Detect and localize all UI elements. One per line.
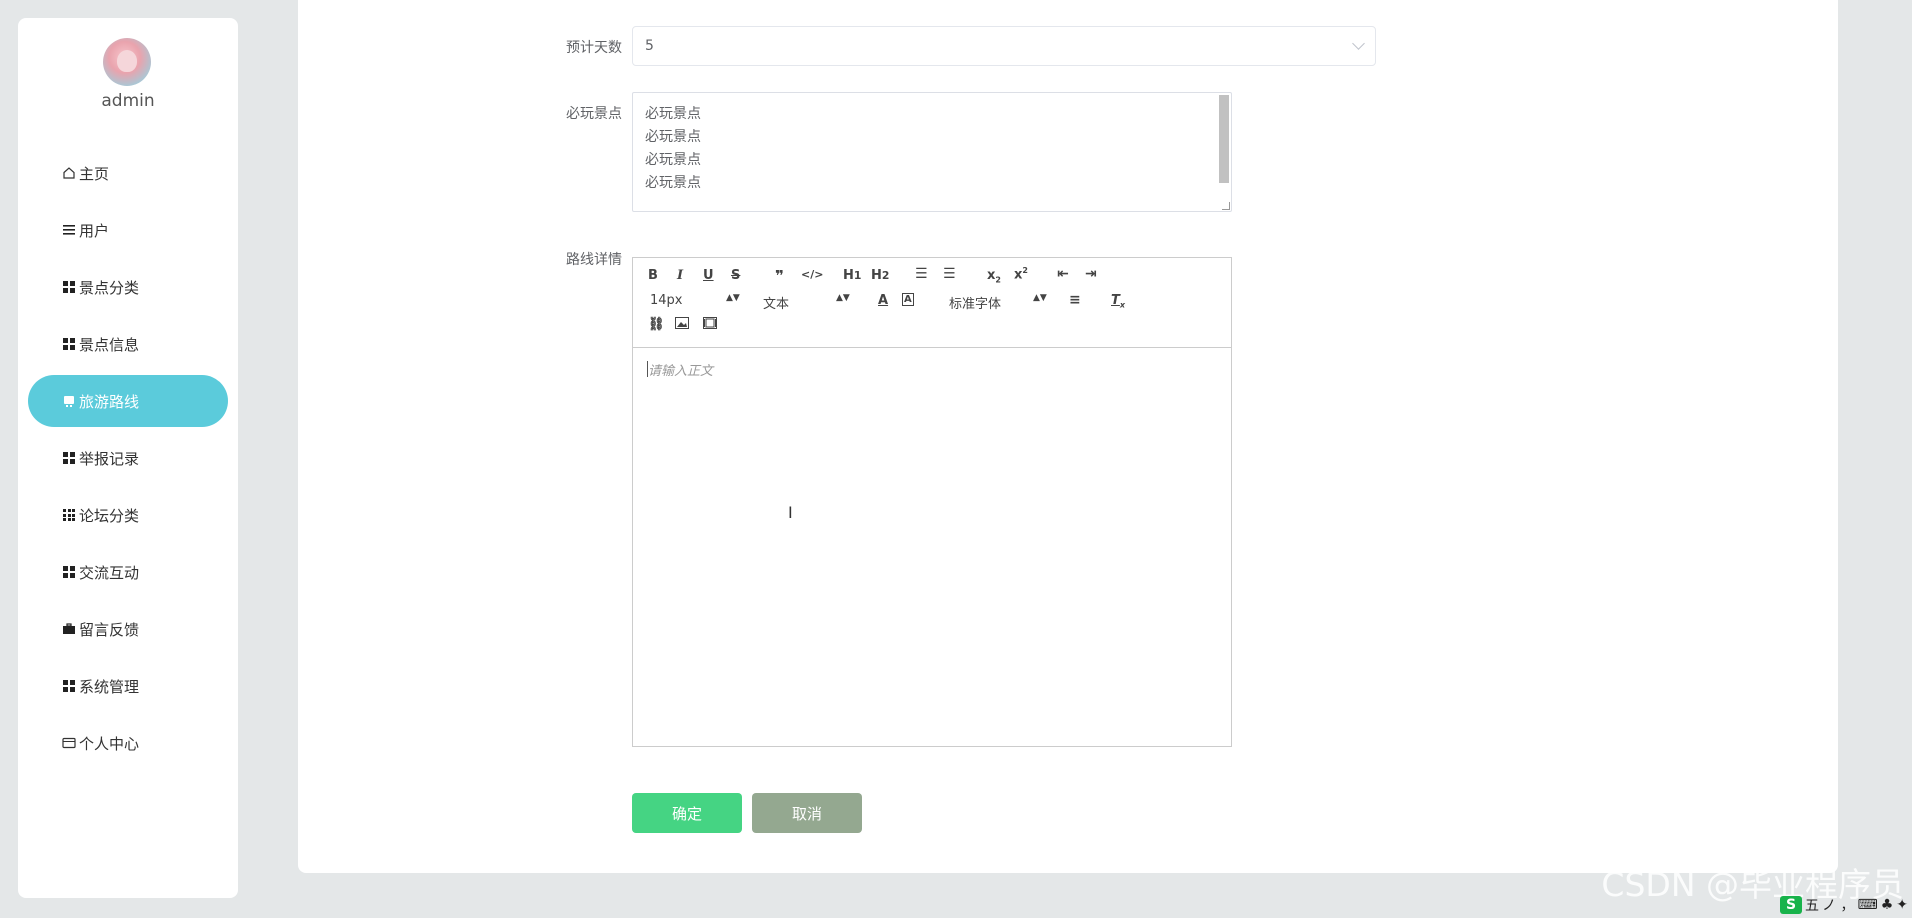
editor-placeholder: 请输入正文 <box>648 364 714 379</box>
superscript-icon[interactable]: x2 <box>1014 266 1028 282</box>
sidebar-item-label: 留言反馈 <box>79 620 140 639</box>
mouse-cursor-icon: I <box>788 503 793 522</box>
textarea-line: 必玩景点 <box>645 175 701 191</box>
header-picker-value: 文本 <box>763 297 790 312</box>
textarea-line: 必玩景点 <box>645 106 701 122</box>
editor-content[interactable]: 请输入正文 I <box>633 348 1231 746</box>
sidebar-item-forum-category[interactable]: 论坛分类 <box>28 489 228 541</box>
subscript-icon[interactable]: x2 <box>987 268 1001 285</box>
updown-arrow-icon: ▲▼ <box>1033 293 1047 303</box>
heading1-icon[interactable]: H1 <box>843 268 861 283</box>
code-icon[interactable]: </> <box>801 268 823 281</box>
clear-format-icon[interactable]: Tx <box>1111 293 1125 310</box>
grid-icon <box>61 279 77 295</box>
resize-handle[interactable] <box>1222 202 1230 210</box>
username: admin <box>101 91 155 111</box>
font-size-picker[interactable]: 14px ▲▼ <box>650 293 740 308</box>
list-icon <box>61 222 77 238</box>
header-picker[interactable]: 文本 ▲▼ <box>763 293 850 312</box>
sidebar-item-report-records[interactable]: 举报记录 <box>28 432 228 484</box>
ime-mode[interactable]: 五 <box>1805 895 1819 915</box>
confirm-button[interactable]: 确定 <box>632 793 742 833</box>
sidebar-item-users[interactable]: 用户 <box>28 204 228 256</box>
sidebar-item-profile[interactable]: 个人中心 <box>28 717 228 769</box>
detail-label: 路线详情 <box>566 252 622 268</box>
sidebar-item-label: 系统管理 <box>79 677 140 696</box>
grid-icon <box>61 564 77 580</box>
sidebar-item-spot-category[interactable]: 景点分类 <box>28 261 228 313</box>
italic-icon[interactable]: I <box>677 268 683 283</box>
updown-arrow-icon: ▲▼ <box>726 293 740 303</box>
sidebar-item-label: 景点信息 <box>79 335 140 354</box>
outdent-icon[interactable]: ⇤ <box>1057 266 1069 282</box>
avatar[interactable] <box>103 38 151 86</box>
route-icon <box>61 393 77 409</box>
link-icon[interactable]: ⛓ <box>648 317 665 332</box>
textarea-line: 必玩景点 <box>645 152 701 168</box>
system-tray: S 五 ノ ， ⌨ ♣ ✦ <box>1780 894 1908 916</box>
apps-icon <box>61 507 77 523</box>
sidebar-item-system[interactable]: 系统管理 <box>28 660 228 712</box>
textarea-scrollbar[interactable] <box>1219 95 1229 183</box>
sidebar-item-label: 举报记录 <box>79 449 140 468</box>
home-icon <box>61 165 77 181</box>
briefcase-icon <box>61 621 77 637</box>
grid-icon <box>61 678 77 694</box>
days-label: 预计天数 <box>566 40 622 56</box>
image-icon[interactable] <box>675 317 689 333</box>
ordered-list-icon[interactable]: ☰ <box>915 266 928 282</box>
sidebar-item-spot-info[interactable]: 景点信息 <box>28 318 228 370</box>
sidebar-item-home[interactable]: 主页 <box>28 147 228 199</box>
tools-icon[interactable]: ✦ <box>1896 897 1908 913</box>
font-family-picker[interactable]: 标准字体 ▲▼ <box>949 293 1047 312</box>
cancel-button[interactable]: 取消 <box>752 793 862 833</box>
card-icon <box>61 735 77 751</box>
days-select[interactable]: 5 <box>632 26 1376 66</box>
ime-punctuation[interactable]: ノ ， <box>1822 895 1854 915</box>
heading2-icon[interactable]: H2 <box>871 268 889 283</box>
sidebar-item-label: 用户 <box>79 221 110 240</box>
blockquote-icon[interactable]: ❞ <box>775 267 784 285</box>
sidebar-item-feedback[interactable]: 留言反馈 <box>28 603 228 655</box>
grid-icon <box>61 450 77 466</box>
skin-icon[interactable]: ♣ <box>1881 897 1894 913</box>
sidebar-item-label: 景点分类 <box>79 278 140 297</box>
sidebar-item-label: 个人中心 <box>79 734 140 753</box>
sidebar-item-label: 交流互动 <box>79 563 140 582</box>
bullet-list-icon[interactable]: ☰ <box>943 266 956 282</box>
video-icon[interactable] <box>703 317 717 333</box>
sidebar-item-label: 论坛分类 <box>79 506 140 525</box>
updown-arrow-icon: ▲▼ <box>836 293 850 303</box>
spots-label: 必玩景点 <box>566 106 622 122</box>
align-icon[interactable]: ≡ <box>1069 292 1081 308</box>
font-size-value: 14px <box>650 293 683 308</box>
strikethrough-icon[interactable]: S <box>731 268 740 283</box>
sidebar: admin 主页 用户 景点分类 景点信息 旅游路线 举报记录 论坛分类 交流互… <box>18 18 238 898</box>
bold-icon[interactable]: B <box>648 268 658 283</box>
keyboard-icon[interactable]: ⌨ <box>1857 897 1877 913</box>
textarea-line: 必玩景点 <box>645 129 701 145</box>
chevron-down-icon <box>1352 37 1365 50</box>
editor-toolbar: B I U S ❞ </> H1 H2 ☰ ☰ x2 x2 ⇤ ⇥ 14px ▲… <box>633 258 1231 348</box>
grid-icon <box>61 336 77 352</box>
indent-icon[interactable]: ⇥ <box>1085 266 1097 282</box>
background-color-icon[interactable]: A <box>902 293 914 306</box>
days-select-value: 5 <box>645 38 654 54</box>
sidebar-menu: 主页 用户 景点分类 景点信息 旅游路线 举报记录 论坛分类 交流互动 留言反馈… <box>28 147 228 774</box>
sidebar-item-interaction[interactable]: 交流互动 <box>28 546 228 598</box>
rich-text-editor: B I U S ❞ </> H1 H2 ☰ ☰ x2 x2 ⇤ ⇥ 14px ▲… <box>632 257 1232 747</box>
font-family-value: 标准字体 <box>949 297 1002 312</box>
spots-textarea[interactable]: 必玩景点 必玩景点 必玩景点 必玩景点 <box>632 92 1232 212</box>
sidebar-item-travel-route[interactable]: 旅游路线 <box>28 375 228 427</box>
sidebar-item-label: 主页 <box>79 164 110 183</box>
underline-icon[interactable]: U <box>703 268 714 283</box>
sidebar-item-label: 旅游路线 <box>79 392 140 411</box>
input-method-logo[interactable]: S <box>1780 896 1803 914</box>
font-color-icon[interactable]: A <box>878 293 888 308</box>
